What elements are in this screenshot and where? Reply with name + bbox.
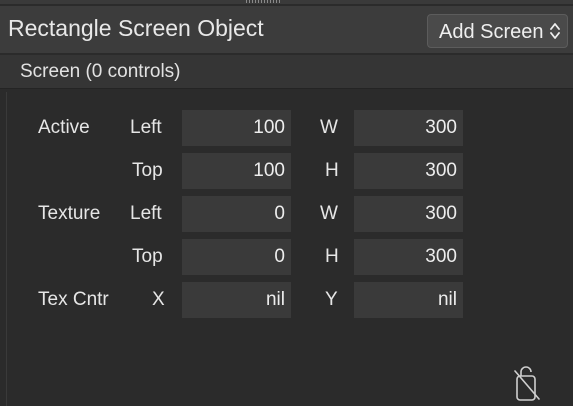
- tex-center-group-label: Tex Cntr: [38, 289, 109, 310]
- active-height-field[interactable]: 300: [354, 153, 463, 189]
- active-height-label: H: [325, 160, 339, 181]
- active-width-label: W: [320, 117, 338, 138]
- texture-width-label: W: [320, 203, 338, 224]
- texture-left-label: Left: [130, 203, 162, 224]
- texture-top-label: Top: [132, 246, 163, 267]
- unlock-icon[interactable]: [507, 365, 547, 403]
- texture-left-field[interactable]: 0: [182, 196, 291, 232]
- add-screen-label: Add Screen: [439, 21, 544, 43]
- panel-header: Rectangle Screen Object Add Screen: [0, 6, 573, 53]
- tex-center-y-value: nil: [437, 289, 457, 310]
- panel-title: Rectangle Screen Object: [8, 15, 264, 41]
- tex-center-x-value: nil: [265, 289, 285, 310]
- active-left-value: 100: [253, 117, 285, 138]
- active-top-label: Top: [132, 160, 163, 181]
- texture-top-field[interactable]: 0: [182, 239, 291, 275]
- screen-subheader: Screen (0 controls): [0, 55, 573, 89]
- active-width-value: 300: [425, 117, 457, 138]
- tex-center-y-field[interactable]: nil: [354, 282, 463, 318]
- texture-height-value: 300: [425, 246, 457, 267]
- panel-top-strip: [0, 0, 573, 4]
- texture-left-value: 0: [274, 203, 285, 224]
- active-width-field[interactable]: 300: [354, 110, 463, 146]
- rectangle-screen-object-panel: Rectangle Screen Object Add Screen Scree…: [0, 0, 573, 406]
- texture-height-label: H: [325, 246, 339, 267]
- active-top-value: 100: [253, 160, 285, 181]
- texture-height-field[interactable]: 300: [354, 239, 463, 275]
- active-height-value: 300: [425, 160, 457, 181]
- texture-width-value: 300: [425, 203, 457, 224]
- tex-center-y-label: Y: [325, 289, 338, 310]
- add-screen-button[interactable]: Add Screen: [427, 14, 568, 48]
- screen-controls-count: Screen (0 controls): [20, 61, 181, 82]
- texture-group-label: Texture: [38, 203, 101, 224]
- updown-chevron-icon: [550, 23, 560, 39]
- texture-top-value: 0: [274, 246, 285, 267]
- active-left-field[interactable]: 100: [182, 110, 291, 146]
- tex-center-x-label: X: [152, 289, 165, 310]
- drag-grip[interactable]: [246, 0, 282, 3]
- active-group-label: Active: [38, 117, 90, 138]
- tex-center-x-field[interactable]: nil: [182, 282, 291, 318]
- active-top-field[interactable]: 100: [182, 153, 291, 189]
- active-left-label: Left: [130, 117, 162, 138]
- content-left-edge: [6, 92, 7, 406]
- texture-width-field[interactable]: 300: [354, 196, 463, 232]
